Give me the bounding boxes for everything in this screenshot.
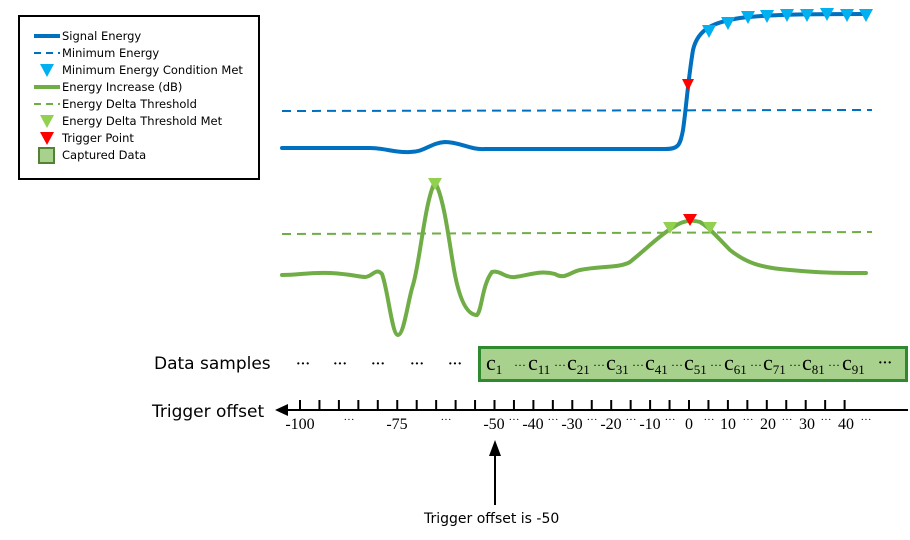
legend-label: Captured Data <box>62 148 147 162</box>
sample-c1: c1 <box>486 350 503 377</box>
sample-c51: c51 <box>684 350 707 377</box>
axis-label-0: 0 <box>685 416 693 433</box>
legend-label: Energy Delta Threshold <box>62 97 197 111</box>
axis-label-10: 10 <box>720 416 736 433</box>
legend-label: Energy Increase (dB) <box>62 80 183 94</box>
solid-line-icon <box>34 85 60 89</box>
legend-item-delta-threshold-met: Energy Delta Threshold Met <box>20 113 260 130</box>
sample-c11: c11 <box>528 350 551 377</box>
axis-label-minus-20: -20 <box>600 416 622 433</box>
leading-dots: ··· <box>333 357 348 372</box>
legend-label: Trigger Point <box>62 131 134 145</box>
axis-left-arrowhead <box>275 404 288 416</box>
leading-dots: ··· <box>448 357 463 372</box>
sample-separator: ··· <box>554 358 566 372</box>
solid-line-icon <box>34 34 60 38</box>
sample-c31: c31 <box>606 350 629 377</box>
dashed-line-icon <box>34 52 60 54</box>
legend-item-trigger-point: Trigger Point <box>20 130 260 147</box>
leading-dots: ··· <box>371 357 386 372</box>
axis-gap-marker: ··· <box>547 414 559 426</box>
axis-label-minus-30: -30 <box>561 416 583 433</box>
legend-item-min-energy-met: Minimum Energy Condition Met <box>20 62 260 79</box>
trigger-offset-label: Trigger offset <box>152 402 265 422</box>
axis-gap-marker: ··· <box>820 414 832 426</box>
axis-gap-marker: ··· <box>508 414 520 426</box>
annotation-arrowhead <box>489 440 501 456</box>
legend-item-captured-data: Captured Data <box>20 147 260 164</box>
legend-item-energy-delta-threshold: Energy Delta Threshold <box>20 96 260 113</box>
minimum-energy-met-markers <box>702 8 873 38</box>
legend: Signal Energy Minimum Energy Minimum Ene… <box>18 15 260 180</box>
axis-ticks <box>299 400 846 410</box>
axis-gap-marker: ··· <box>781 414 793 426</box>
axis-label-20: 20 <box>760 416 776 433</box>
sample-separator: ··· <box>671 358 683 372</box>
axis-gap-marker: ··· <box>586 414 598 426</box>
trigger-offset-annotation: Trigger offset is -50 <box>424 511 560 527</box>
leading-dots: ··· <box>410 357 425 372</box>
sample-c91: c91 <box>842 350 865 377</box>
legend-item-signal-energy: Signal Energy <box>20 28 260 45</box>
axis-label-minus-100: -100 <box>285 416 315 433</box>
legend-label: Minimum Energy Condition Met <box>62 63 243 77</box>
legend-label: Minimum Energy <box>62 46 160 60</box>
axis-gap-marker: ··· <box>343 414 355 426</box>
sample-separator: ··· <box>710 358 722 372</box>
axis-gap-marker: ··· <box>860 414 872 426</box>
energy-delta-threshold-line <box>281 231 873 235</box>
sample-c41: c41 <box>645 350 668 377</box>
sample-separator: ··· <box>789 358 801 372</box>
sample-c71: c71 <box>763 350 786 377</box>
axis-gap-marker: ··· <box>742 414 754 426</box>
legend-label: Energy Delta Threshold Met <box>62 114 223 128</box>
sample-separator: ··· <box>514 358 526 372</box>
signal-energy-curve <box>280 12 870 155</box>
axis-label-30: 30 <box>799 416 815 433</box>
sample-c81: c81 <box>802 350 825 377</box>
axis-label-minus-10: -10 <box>639 416 661 433</box>
green-triangle-icon <box>40 115 54 128</box>
red-triangle-icon <box>40 132 54 145</box>
sample-separator: ··· <box>632 358 644 372</box>
captured-data-box: c1 ··· c11 ··· c21 ··· c31 ··· c41 ··· c… <box>478 346 908 382</box>
sample-separator: ··· <box>593 358 605 372</box>
energy-increase-curve <box>280 177 868 338</box>
axis-label-minus-75: -75 <box>386 416 408 433</box>
dashed-line-icon <box>34 103 60 105</box>
trailing-dots: ··· <box>878 356 893 371</box>
axis-gap-marker: ··· <box>440 414 452 426</box>
axis-label-minus-50: -50 <box>483 416 505 433</box>
axis-gap-marker: ··· <box>625 414 637 426</box>
minimum-energy-threshold-line <box>281 109 873 112</box>
axis-label-minus-40: -40 <box>522 416 544 433</box>
sample-separator: ··· <box>750 358 762 372</box>
blue-triangle-icon <box>40 64 54 77</box>
sample-c61: c61 <box>724 350 747 377</box>
axis-label-40: 40 <box>838 416 854 433</box>
legend-item-minimum-energy: Minimum Energy <box>20 45 260 62</box>
trigger-point-marker-signal <box>682 79 694 91</box>
leading-dots: ··· <box>296 357 311 372</box>
axis-gap-marker: ··· <box>703 414 715 426</box>
axis-gap-marker: ··· <box>664 414 676 426</box>
sample-c21: c21 <box>567 350 590 377</box>
legend-item-energy-increase: Energy Increase (dB) <box>20 79 260 96</box>
data-samples-label: Data samples <box>154 354 271 374</box>
legend-label: Signal Energy <box>62 29 142 43</box>
sample-separator: ··· <box>828 358 840 372</box>
green-square-icon <box>38 147 55 164</box>
